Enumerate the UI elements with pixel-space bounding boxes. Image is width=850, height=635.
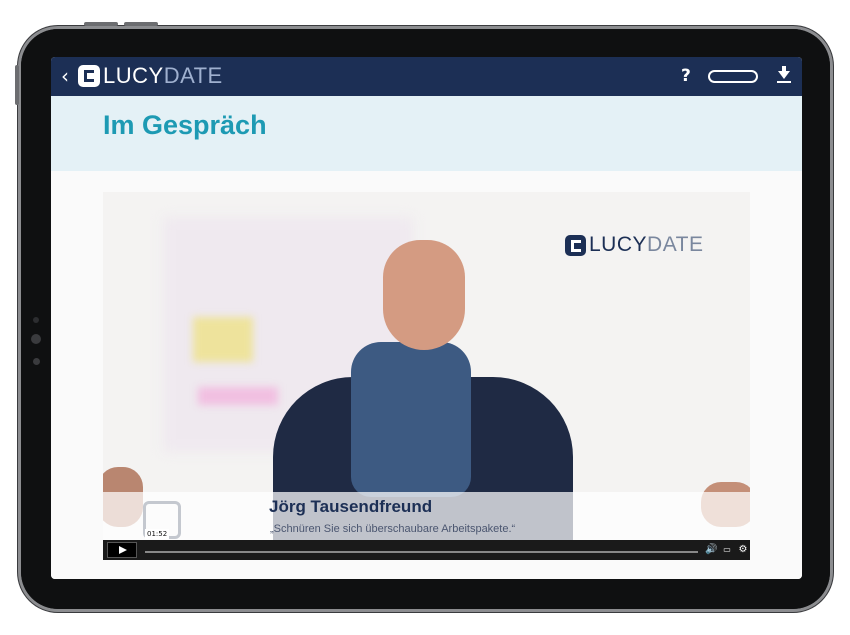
logo-mark-icon xyxy=(78,65,100,87)
video-seek-bar[interactable] xyxy=(145,551,698,553)
app-logo[interactable]: LUCYDATE xyxy=(78,64,223,88)
video-brand-text: LUCYDATE xyxy=(589,233,703,257)
course-progress-bar xyxy=(708,70,758,83)
camera-icon xyxy=(33,317,39,323)
video-brand-secondary: DATE xyxy=(647,233,704,256)
power-button xyxy=(15,65,19,105)
sensor-dot xyxy=(31,334,41,344)
volume-icon[interactable]: 🔊 xyxy=(705,543,717,557)
chevron-left-icon[interactable]: ‹ xyxy=(57,63,73,89)
logo-text-primary: LUCY xyxy=(103,63,164,88)
top-navigation-bar: ‹ LUCYDATE ? xyxy=(51,57,802,96)
video-player[interactable]: LUCYDATE Jörg Tausendfreund „Schnüren Si… xyxy=(103,192,750,560)
video-brand-primary: LUCY xyxy=(589,233,648,256)
volume-down-button xyxy=(124,22,158,26)
logo-mark-icon xyxy=(565,234,586,256)
speaker-quote: „Schnüren Sie sich überschaubare Arbeits… xyxy=(270,523,516,535)
settings-icon[interactable]: ⚙ xyxy=(737,543,749,557)
logo-text: LUCYDATE xyxy=(103,64,223,88)
video-controls xyxy=(103,540,750,560)
video-background-shape xyxy=(198,387,278,405)
app-screen: ‹ LUCYDATE ? Im Gespräch LUCYDATE Jörg T… xyxy=(51,57,802,579)
logo-text-secondary: DATE xyxy=(163,63,223,88)
captions-icon[interactable]: ▭ xyxy=(721,543,733,557)
speaker-name: Jörg Tausendfreund xyxy=(269,497,433,516)
play-icon[interactable] xyxy=(107,542,137,558)
speaker-scarf xyxy=(351,342,471,497)
page-title: Im Gespräch xyxy=(103,110,267,140)
help-button[interactable]: ? xyxy=(681,65,691,87)
volume-up-button xyxy=(84,22,118,26)
video-timestamp: 01:52 xyxy=(145,529,170,539)
video-background-shape xyxy=(193,317,253,362)
video-brand-logo: LUCYDATE xyxy=(565,233,703,257)
sensor-dot xyxy=(33,358,40,365)
download-icon[interactable] xyxy=(777,66,791,86)
speaker-head xyxy=(383,240,465,350)
